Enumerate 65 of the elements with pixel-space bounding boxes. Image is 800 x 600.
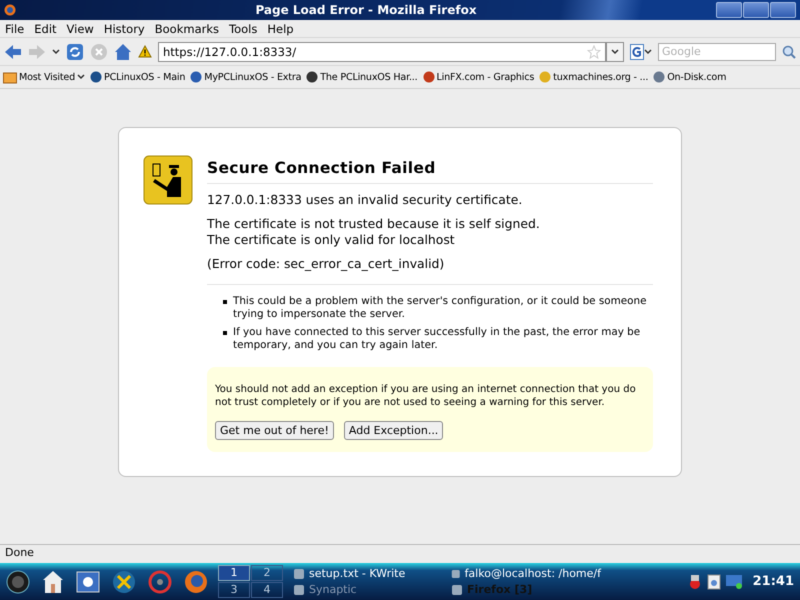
- error-title: Secure Connection Failed: [207, 159, 653, 184]
- monitor-icon[interactable]: [724, 574, 743, 590]
- bullet-icon: [223, 300, 227, 304]
- favicon-icon: [190, 71, 202, 83]
- security-officer-icon: [143, 155, 193, 205]
- menu-item[interactable]: Bookmarks: [150, 22, 224, 36]
- search-field[interactable]: Google: [658, 42, 776, 60]
- desktop-switch[interactable]: 1: [218, 565, 250, 581]
- caret-icon: [611, 48, 619, 54]
- bookmark-link[interactable]: tuxmachines.org - ...: [539, 71, 648, 83]
- warning-text: You should not add an exception if you are using an internet connection that you do not trust completely or if you are not used to seeing a warning for this server.: [215, 384, 636, 408]
- folder-icon: [3, 70, 17, 84]
- search-icon[interactable]: [782, 44, 796, 58]
- search-engine-icon[interactable]: [630, 44, 652, 60]
- error-text: 127.0.0.1:8333 uses an invalid security certificate.: [207, 192, 524, 208]
- warning-icon: [138, 45, 152, 58]
- maximize-button[interactable]: [743, 2, 769, 18]
- caret-icon[interactable]: [52, 48, 60, 54]
- close-button[interactable]: [770, 2, 796, 18]
- bookmark-link[interactable]: On-Disk.com: [653, 71, 726, 83]
- taskbar-task[interactable]: falko@localhost: /home/f: [451, 566, 601, 582]
- window-title: Page Load Error - Mozilla Firefox: [254, 3, 478, 17]
- bookmark-link[interactable]: LinFX.com - Graphics: [422, 71, 534, 83]
- favicon-icon: [539, 71, 552, 83]
- favicon-icon: [422, 71, 434, 83]
- home-icon[interactable]: [114, 42, 132, 60]
- favicon-icon: [653, 71, 666, 83]
- bookmark-link[interactable]: MyPCLinuxOS - Extra: [190, 71, 302, 83]
- home-folder-icon[interactable]: [42, 570, 64, 594]
- taskbar-task[interactable]: setup.txt - KWrite: [293, 566, 433, 582]
- app-icon: [451, 568, 461, 580]
- history-dropdown-button[interactable]: [606, 42, 624, 62]
- bullet-text: If you have connected to this server successfully in the past, the error may be temporary, and you can try again later.: [233, 326, 642, 352]
- app-icon: [293, 584, 305, 596]
- reload-icon[interactable]: [66, 42, 84, 60]
- error-text: (Error code: sec_error_ca_cert_invalid): [207, 256, 446, 272]
- bookmark-link[interactable]: The PCLinuxOS Har...: [306, 71, 418, 83]
- address-field[interactable]: https://127.0.0.1:8333/: [158, 42, 606, 62]
- favicon-icon: [90, 71, 102, 83]
- favicon-icon: [306, 71, 318, 83]
- minimize-button[interactable]: [716, 2, 742, 18]
- back-arrow-icon[interactable]: [4, 44, 22, 60]
- menu-item[interactable]: File: [0, 22, 30, 36]
- menu-item[interactable]: Help: [262, 22, 299, 36]
- menu-item[interactable]: History: [98, 22, 150, 36]
- taskbar-task[interactable]: Synaptic: [293, 582, 433, 598]
- status-text: Done: [5, 546, 34, 559]
- clock: 21:41: [752, 574, 794, 589]
- bullet-icon: [223, 331, 227, 335]
- bullet-text: This could be a problem with the server's configuration, or it could be someone trying to impersonate the server.: [233, 295, 648, 321]
- desktop-switch[interactable]: 3: [218, 582, 250, 598]
- desktop-switch[interactable]: 4: [251, 582, 283, 598]
- add-exception-button[interactable]: Add Exception...: [344, 421, 444, 440]
- caret-icon: [77, 74, 85, 80]
- bookmarks-folder[interactable]: Most Visited: [3, 70, 85, 84]
- app-icon: [293, 568, 305, 580]
- menu-item[interactable]: Edit: [29, 22, 62, 36]
- star-icon[interactable]: [587, 44, 601, 58]
- app-icon: [451, 584, 463, 596]
- desktop-switch[interactable]: 2: [251, 565, 283, 581]
- error-text: The certificate is not trusted because it is self signed. The certificate is only valid for localhost: [207, 216, 541, 248]
- get-out-button[interactable]: Get me out of here!: [215, 421, 334, 440]
- menu-item[interactable]: View: [62, 22, 99, 36]
- menu-item[interactable]: Tools: [224, 22, 262, 36]
- bookmark-link[interactable]: PCLinuxOS - Main: [90, 71, 186, 83]
